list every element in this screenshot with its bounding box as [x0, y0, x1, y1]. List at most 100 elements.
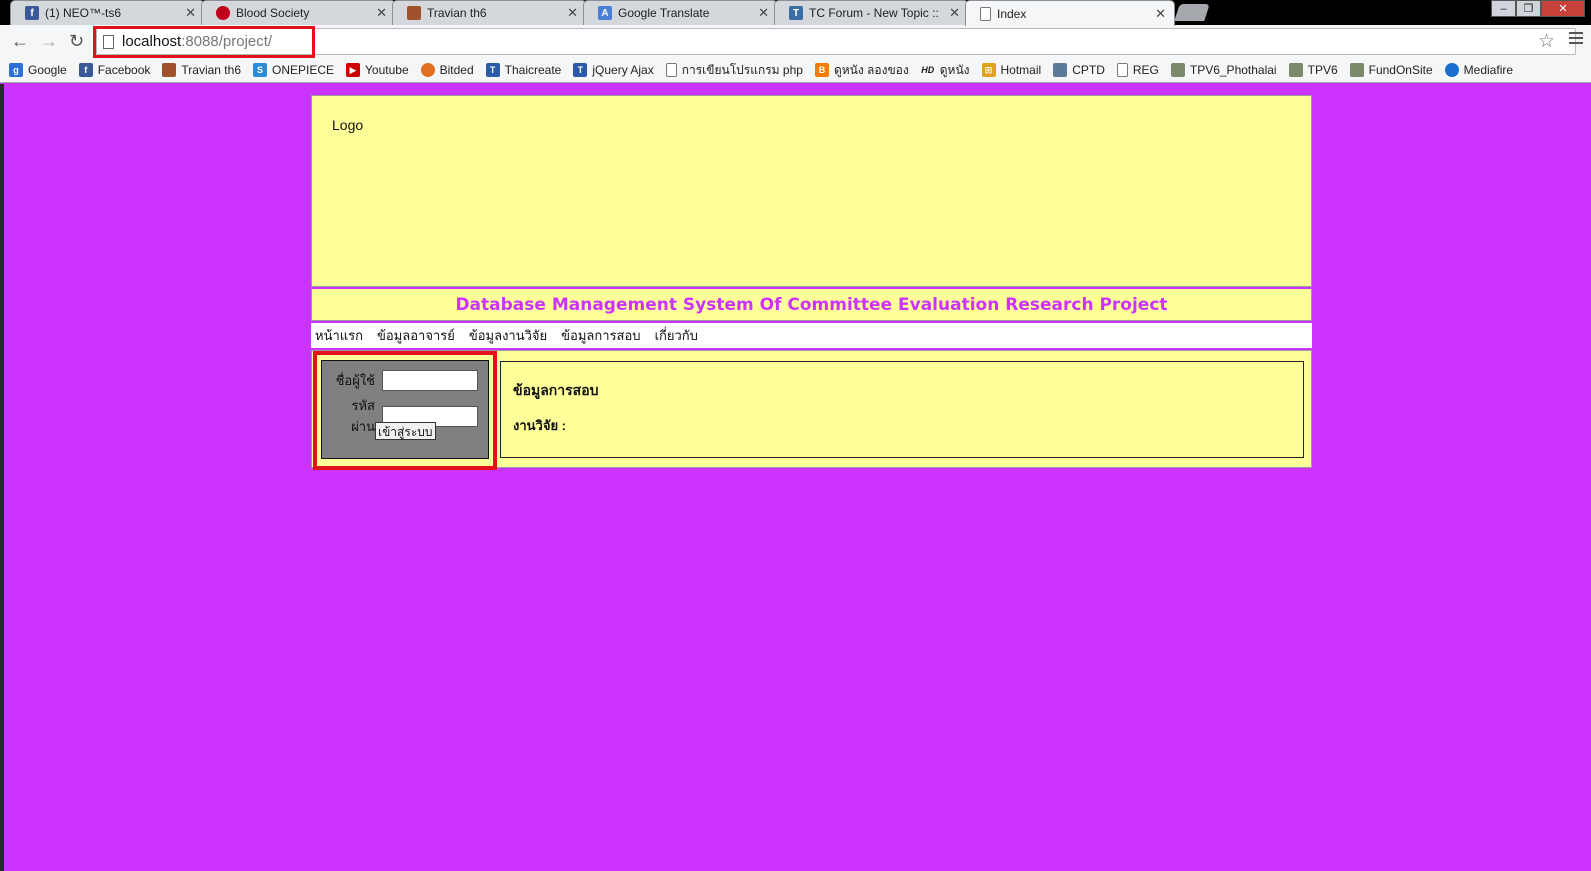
window-left-edge: [0, 84, 4, 871]
content-area: ชื่อผู้ใช้ รหัสผ่าน เข้าสู่ระบบ ข้อมูลกา…: [311, 350, 1312, 470]
hd-icon: HD: [920, 63, 935, 77]
jquery-icon: T: [573, 63, 588, 77]
bookmark-label: Facebook: [97, 63, 151, 77]
tab-strip: f (1) NEO™-ts6 ✕ Blood Society ✕ Travian…: [0, 0, 1591, 26]
bookmark-label: Bitded: [439, 63, 474, 77]
bookmark-item[interactable]: FundOnSite: [1349, 63, 1433, 77]
bookmark-item[interactable]: f Facebook: [78, 63, 151, 77]
tab-title: TC Forum - New Topic :: …: [809, 6, 944, 20]
tab-title: Google Translate: [618, 6, 710, 20]
menu-item-exams[interactable]: ข้อมูลการสอบ: [561, 325, 640, 346]
travian-icon: [407, 6, 421, 20]
bookmark-item[interactable]: ⊞ Hotmail: [981, 63, 1042, 77]
bookmark-label: ดูหนัง: [939, 62, 970, 77]
bookmark-label: jQuery Ajax: [592, 63, 654, 77]
thaicreate-icon: T: [485, 63, 500, 77]
close-icon[interactable]: ✕: [185, 5, 196, 21]
bookmark-item[interactable]: HD ดูหนัง: [920, 61, 970, 80]
bookmark-item[interactable]: ▶ Youtube: [346, 63, 409, 77]
tab-google-translate[interactable]: A Google Translate ✕: [583, 0, 778, 25]
onepiece-icon: S: [253, 63, 267, 77]
bookmark-item[interactable]: g Google: [9, 63, 67, 77]
menu-item-lecturers[interactable]: ข้อมูลอาจารย์: [377, 325, 455, 346]
bookmark-item[interactable]: S ONEPIECE: [253, 63, 334, 77]
close-icon[interactable]: ✕: [567, 5, 578, 21]
restore-icon[interactable]: ❐: [1516, 0, 1541, 17]
bookmark-item[interactable]: B ดูหนัง ลองของ: [814, 61, 909, 80]
window-close-icon[interactable]: ✕: [1541, 0, 1585, 17]
page-container: Logo Database Management System Of Commi…: [311, 95, 1312, 470]
menu-icon[interactable]: [1569, 32, 1583, 47]
exam-info-panel: ข้อมูลการสอบ งานวิจัย :: [500, 361, 1304, 458]
page-header: Logo: [311, 95, 1312, 287]
bookmark-label: TPV6: [1307, 63, 1338, 77]
bitded-icon: [420, 63, 435, 77]
windows-icon: ⊞: [981, 63, 996, 77]
bookmark-item[interactable]: T Thaicreate: [485, 63, 562, 77]
tab-travian[interactable]: Travian th6 ✕: [392, 0, 587, 25]
bookmark-star-icon[interactable]: ☆: [1538, 30, 1555, 53]
bookmark-item[interactable]: TjQuery Ajax: [573, 63, 654, 77]
page-icon: [980, 6, 991, 21]
bookmark-label: TPV6_Phothalai: [1189, 63, 1277, 77]
bookmark-item[interactable]: TPV6_Phothalai: [1170, 63, 1277, 77]
forward-icon[interactable]: →: [40, 30, 58, 52]
bookmark-item[interactable]: REG: [1116, 63, 1159, 77]
bookmarks-bar: g Google f Facebook Travian th6 S ONEPIECE …: [0, 58, 1591, 83]
minimize-icon[interactable]: –: [1491, 0, 1516, 17]
bookmark-item[interactable]: CPTD: [1053, 63, 1105, 77]
bookmark-item[interactable]: TPV6: [1288, 63, 1338, 77]
facebook-icon: f: [25, 6, 39, 20]
research-label: งานวิจัย :: [513, 418, 567, 433]
blogger-icon: B: [814, 63, 829, 77]
title-bar: Database Management System Of Committee …: [311, 287, 1312, 321]
tab-blood-society[interactable]: Blood Society ✕: [201, 0, 396, 25]
page-icon: [665, 63, 677, 77]
travian-icon: [162, 63, 177, 77]
tab-title: Index: [997, 6, 1027, 21]
back-icon[interactable]: ←: [11, 30, 29, 52]
close-icon[interactable]: ✕: [949, 5, 960, 21]
bookmark-label: Youtube: [365, 63, 409, 77]
menu-item-home[interactable]: หน้าแรก: [315, 325, 363, 346]
menu-item-research[interactable]: ข้อมูลงานวิจัย: [469, 325, 547, 346]
chart-icon: [1170, 63, 1185, 77]
bookmark-item[interactable]: Mediafire: [1444, 63, 1514, 77]
logo: Logo: [332, 117, 364, 133]
bookmark-label: การเขียนโปรแกรม php: [681, 62, 803, 77]
bookmark-item[interactable]: Bitded: [420, 63, 474, 77]
bookmark-label: FundOnSite: [1368, 63, 1433, 77]
tab-title: Blood Society: [236, 6, 310, 20]
tab-facebook[interactable]: f (1) NEO™-ts6 ✕: [10, 0, 205, 25]
chart-icon: [1288, 63, 1303, 77]
bookmark-label: Mediafire: [1463, 63, 1514, 77]
facebook-icon: f: [78, 63, 93, 77]
new-tab-button[interactable]: [1174, 4, 1210, 21]
bookmark-label: ONEPIECE: [272, 63, 335, 77]
exam-info-title: ข้อมูลการสอบ: [513, 382, 599, 398]
bookmark-item[interactable]: การเขียนโปรแกรม php: [665, 61, 803, 80]
address-bar[interactable]: localhost:8088/project/: [96, 28, 1576, 55]
tab-index[interactable]: Index ✕: [965, 0, 1175, 26]
cptd-icon: [1053, 63, 1068, 77]
close-icon[interactable]: ✕: [1155, 6, 1166, 22]
tab-title: (1) NEO™-ts6: [45, 6, 122, 20]
google-translate-icon: A: [598, 6, 612, 20]
chart-icon: [1349, 63, 1364, 77]
bookmark-item[interactable]: Travian th6: [162, 63, 241, 77]
bookmark-label: Hotmail: [1000, 63, 1042, 77]
bookmark-label: Thaicreate: [504, 63, 562, 77]
reload-icon[interactable]: ↻: [69, 30, 84, 52]
menu-item-about[interactable]: เกี่ยวกับ: [655, 325, 698, 346]
page-icon: [1116, 63, 1128, 77]
bookmark-label: REG: [1132, 63, 1159, 77]
close-icon[interactable]: ✕: [376, 5, 387, 21]
page-title: Database Management System Of Committee …: [455, 294, 1168, 315]
window-controls: – ❐ ✕: [1491, 0, 1585, 17]
youtube-icon: ▶: [346, 63, 361, 77]
tab-tc-forum[interactable]: T TC Forum - New Topic :: … ✕: [774, 0, 969, 25]
google-icon: g: [9, 63, 23, 77]
close-icon[interactable]: ✕: [758, 5, 769, 21]
blood-drop-icon: [216, 6, 230, 20]
tc-forum-icon: T: [789, 6, 803, 20]
